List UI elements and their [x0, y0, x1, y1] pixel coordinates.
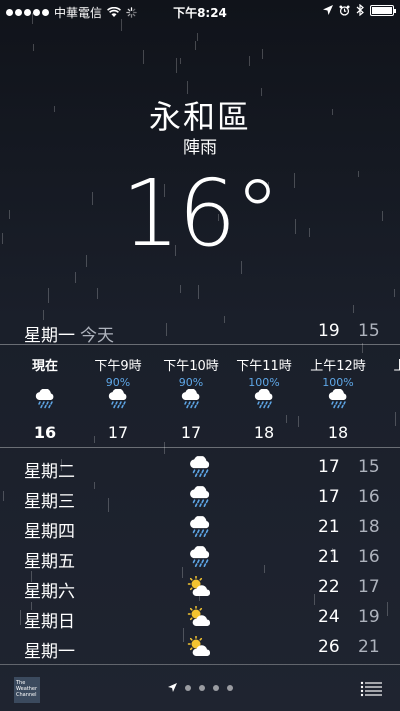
hour-time: 下午11時	[236, 359, 292, 374]
rain-streak	[75, 272, 76, 283]
status-bar: 中華電信 下午8:24	[0, 0, 400, 22]
today-label: 今天	[80, 326, 114, 346]
today-high: 19	[318, 321, 340, 341]
city-name: 永和區	[148, 98, 251, 136]
rain-streak	[249, 56, 250, 66]
hour-time: 下午9時	[94, 359, 142, 374]
day-low: 19	[358, 607, 380, 627]
battery-icon	[370, 4, 396, 16]
day-name: 星期四	[24, 522, 75, 542]
bluetooth-icon	[356, 4, 364, 16]
hour-precip: 90%	[105, 376, 131, 389]
daily-row: 星期四 21 18	[0, 512, 400, 542]
partly-sunny-icon	[187, 576, 213, 598]
rain-cloud-icon	[33, 389, 57, 409]
day-high: 17	[318, 487, 340, 507]
rain-cloud-icon	[187, 486, 213, 508]
today-low: 15	[358, 321, 380, 341]
rain-streak	[143, 50, 144, 64]
daily-row: 星期二 17 15	[0, 452, 400, 482]
page-indicator[interactable]	[168, 683, 233, 692]
day-name: 星期一	[24, 642, 75, 662]
rain-streak	[394, 289, 395, 297]
bottom-toolbar: The Weather Channel	[0, 664, 400, 711]
day-low: 17	[358, 577, 380, 597]
day-low: 18	[358, 517, 380, 537]
hour-precip: 100%	[322, 376, 354, 389]
rain-cloud-icon	[187, 516, 213, 538]
location-arrow-icon	[168, 683, 177, 692]
rain-cloud-icon	[252, 389, 276, 409]
rain-streak	[262, 49, 263, 59]
weather-channel-logo[interactable]: The Weather Channel	[14, 677, 40, 703]
rain-cloud-icon	[179, 389, 203, 409]
page-dot	[213, 684, 219, 691]
alarm-icon	[339, 4, 350, 16]
rain-streak	[97, 288, 98, 299]
rain-streak	[353, 305, 354, 313]
hour-time: 現在	[31, 359, 58, 374]
day-name: 星期五	[24, 552, 75, 572]
rain-streak	[198, 285, 199, 299]
rain-streak	[180, 58, 181, 64]
hour-temp: 16	[33, 423, 57, 442]
day-name: 星期六	[24, 582, 75, 602]
condition-label: 陣雨	[183, 138, 217, 158]
day-name: 星期二	[24, 462, 75, 482]
day-high: 21	[318, 547, 340, 567]
today-row: 星期一 今天 19 15	[0, 318, 400, 346]
rain-cloud-icon	[326, 389, 350, 409]
hour-precip: 90%	[178, 376, 204, 389]
daily-row: 星期五 21 16	[0, 542, 400, 572]
rain-streak	[197, 33, 198, 41]
hour-temp: 18	[253, 423, 275, 442]
day-name: 星期三	[24, 492, 75, 512]
day-high: 22	[318, 577, 340, 597]
day-high: 24	[318, 607, 340, 627]
list-icon[interactable]	[360, 681, 382, 697]
page-dot	[227, 684, 233, 691]
rain-streak	[195, 41, 196, 50]
daily-row: 星期日 24 19	[0, 602, 400, 632]
hour-temp: 17	[107, 423, 129, 442]
day-low: 15	[358, 457, 380, 477]
day-name: 星期日	[24, 612, 75, 632]
hour-time: 下午10時	[163, 359, 219, 374]
current-temperature: 16°	[121, 160, 280, 267]
partly-sunny-icon	[187, 606, 213, 628]
hour-time: 上	[365, 355, 400, 374]
daily-row: 星期三 17 16	[0, 482, 400, 512]
page-dot	[199, 684, 205, 691]
rain-streak	[33, 44, 34, 51]
day-high: 17	[318, 457, 340, 477]
day-low: 16	[358, 547, 380, 567]
hour-precip: 100%	[248, 376, 280, 389]
hour-time: 上午12時	[310, 359, 366, 374]
daily-row: 星期六 22 17	[0, 572, 400, 602]
page-dot	[185, 684, 191, 691]
today-day: 星期一	[24, 326, 75, 346]
rain-streak	[48, 288, 49, 303]
day-high: 26	[318, 637, 340, 657]
rain-streak	[176, 58, 177, 73]
daily-row: 星期一 26 21	[0, 632, 400, 662]
location-arrow-icon	[323, 5, 333, 15]
rain-cloud-icon	[187, 546, 213, 568]
day-low: 16	[358, 487, 380, 507]
hour-temp: 18	[327, 423, 349, 442]
rain-streak	[180, 285, 181, 293]
partly-sunny-icon	[187, 636, 213, 658]
rain-cloud-icon	[187, 456, 213, 478]
day-low: 21	[358, 637, 380, 657]
hour-temp: 17	[180, 423, 202, 442]
day-high: 21	[318, 517, 340, 537]
hourly-forecast[interactable]: 現在 16 下午9時 90% 17 下午10時 90% 17 下午11時 100…	[0, 344, 400, 448]
rain-cloud-icon	[106, 389, 130, 409]
